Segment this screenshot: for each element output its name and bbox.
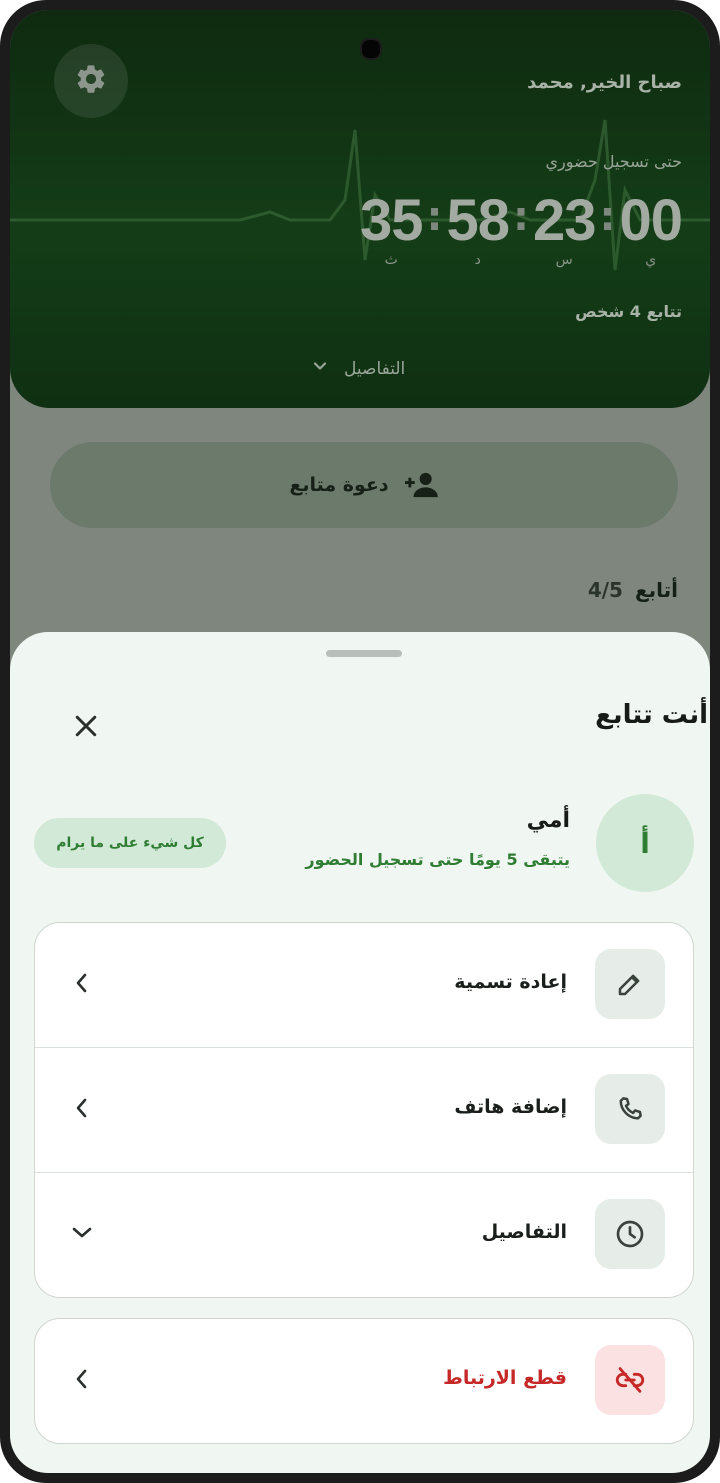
front-camera <box>360 38 382 60</box>
timer-days: 00 ي <box>619 186 683 268</box>
add-phone-label: إضافة هاتف <box>454 1096 567 1118</box>
countdown-timer: 35 ث : 58 د : 23 س : 00 ي <box>359 186 683 268</box>
header-details-toggle[interactable]: التفاصيل <box>310 356 405 381</box>
bottom-sheet: أنت تتابع أ أمي يتبقى 5 يومًا حتى تسجيل … <box>10 632 710 1473</box>
invite-label: دعوة متابع <box>289 474 389 496</box>
countdown-label: حتى تسجيل حضوري <box>545 152 682 171</box>
timer-separator: : <box>512 194 529 240</box>
sheet-drag-handle[interactable] <box>326 650 402 657</box>
chevron-down-icon <box>310 356 330 381</box>
my-following-value: 4/5 <box>587 578 623 602</box>
rename-label: إعادة تسمية <box>454 971 567 993</box>
pencil-icon <box>595 949 665 1019</box>
seconds-unit: ث <box>384 252 398 268</box>
followed-person-subtitle: يتبقى 5 يومًا حتى تسجيل الحضور <box>305 850 570 869</box>
my-following-label: أتابع <box>634 578 678 602</box>
status-badge: كل شيء على ما يرام <box>34 818 226 868</box>
header-card: صباح الخير, محمد حتى تسجيل حضوري 35 ث : … <box>10 10 710 408</box>
rename-row[interactable]: إعادة تسمية <box>35 923 693 1048</box>
avatar: أ <box>596 794 694 892</box>
days-unit: ي <box>645 252 657 268</box>
minutes-unit: د <box>474 252 481 268</box>
details-row[interactable]: التفاصيل <box>35 1173 693 1297</box>
settings-button[interactable] <box>54 44 128 118</box>
timer-separator: : <box>599 194 616 240</box>
following-count-text: تتابع 4 شخص <box>575 302 682 321</box>
chevron-down-icon <box>71 1221 93 1245</box>
close-button[interactable] <box>66 706 106 746</box>
greeting-text: صباح الخير, محمد <box>527 72 682 93</box>
followed-person-name: أمي <box>526 808 570 833</box>
sheet-title: أنت تتابع <box>595 700 708 730</box>
unlink-row[interactable]: قطع الارتباط <box>35 1319 693 1443</box>
details-label: التفاصيل <box>344 358 406 379</box>
my-following-count: أتابع 4/5 <box>588 578 678 602</box>
add-phone-row[interactable]: إضافة هاتف <box>35 1048 693 1173</box>
timer-separator: : <box>426 194 443 240</box>
person-add-icon <box>404 471 439 499</box>
minutes-value: 58 <box>446 188 510 253</box>
unlink-label: قطع الارتباط <box>443 1367 567 1389</box>
hours-unit: س <box>555 252 573 268</box>
phone-icon <box>595 1074 665 1144</box>
chevron-left-icon <box>71 971 93 995</box>
timer-seconds: 35 ث <box>359 186 424 268</box>
close-icon <box>71 711 101 741</box>
device-frame: صباح الخير, محمد حتى تسجيل حضوري 35 ث : … <box>0 0 720 1483</box>
hours-value: 23 <box>532 188 597 253</box>
actions-card: إعادة تسمية إضافة هاتف التفاصيل <box>34 922 694 1298</box>
chevron-left-icon <box>71 1096 93 1120</box>
unlink-card: قطع الارتباط <box>34 1318 694 1444</box>
timer-hours: 23 س <box>532 186 597 268</box>
link-off-icon <box>595 1345 665 1415</box>
chevron-left-icon <box>71 1367 93 1391</box>
screen: صباح الخير, محمد حتى تسجيل حضوري 35 ث : … <box>10 10 710 1473</box>
gear-icon <box>74 62 108 100</box>
invite-follower-button[interactable]: دعوة متابع <box>50 442 678 528</box>
timer-minutes: 58 د <box>446 186 510 268</box>
clock-icon <box>595 1199 665 1269</box>
details-row-label: التفاصيل <box>481 1221 567 1243</box>
days-value: 00 <box>619 188 683 253</box>
seconds-value: 35 <box>359 188 424 253</box>
